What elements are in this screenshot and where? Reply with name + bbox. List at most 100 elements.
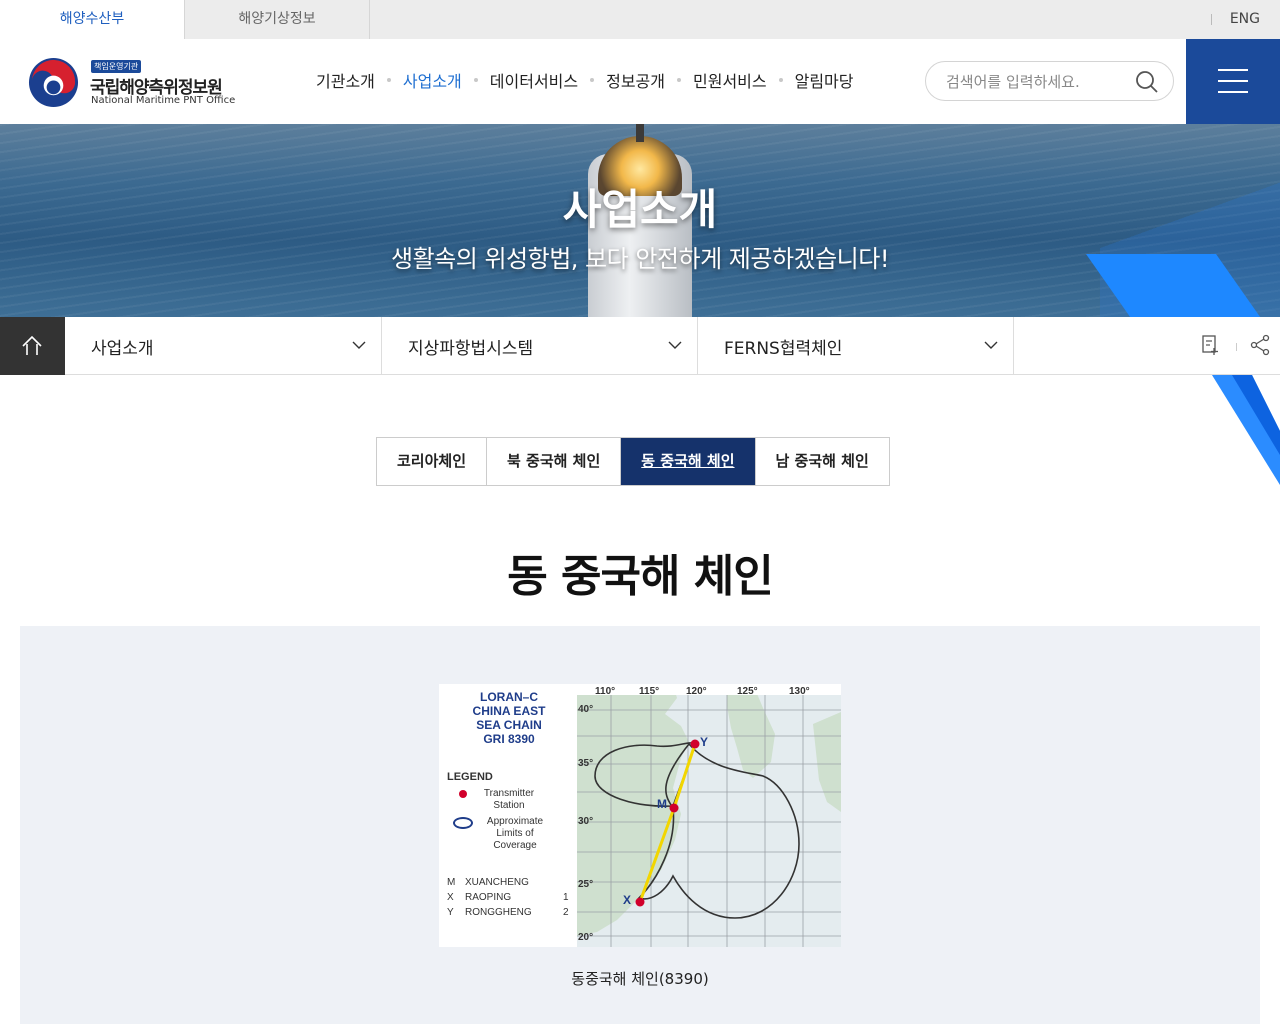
depth2-dropdown[interactable]: 지상파항법시스템 — [382, 317, 698, 375]
gnb-item-business[interactable]: 사업소개 — [403, 68, 462, 92]
site-logo[interactable]: 책임운영기관 국립해양측위정보원 National Maritime PNT O… — [28, 57, 268, 109]
figure-title-line: CHINA EAST — [472, 704, 546, 718]
all-menu-button[interactable] — [1186, 39, 1280, 124]
lat-label: 20° — [578, 932, 593, 943]
station-code: Y — [447, 907, 454, 918]
station-name: XUANCHENG — [465, 877, 529, 888]
utility-bar: 해양수산부 해양기상정보 ENG — [0, 0, 1280, 39]
logo-badge: 책임운영기관 — [91, 60, 142, 73]
legend-station-label: Transmitter Station — [479, 788, 539, 812]
lang-divider — [1211, 14, 1212, 25]
station-marker-m — [669, 803, 679, 813]
depth3-label: FERNS협력체인 — [724, 339, 843, 359]
chain-tabs: 코리아체인 북 중국해 체인 동 중국해 체인 남 중국해 체인 — [376, 437, 890, 486]
depth1-label: 사업소개 — [91, 339, 154, 359]
station-code: M — [447, 877, 456, 888]
search-box — [925, 61, 1174, 101]
banner-subtitle: 생활속의 위성항법, 보다 안전하게 제공하겠습니다! — [391, 245, 889, 273]
station-marker-y — [690, 739, 700, 749]
util-divider — [1236, 343, 1237, 351]
gnb-divider — [677, 78, 681, 82]
lon-label: 120° — [686, 686, 707, 697]
station-entry: X RAOPING — [447, 892, 511, 903]
chevron-down-icon — [352, 341, 366, 349]
lat-label: 25° — [578, 879, 593, 890]
lang-eng-link[interactable]: ENG — [1230, 0, 1260, 39]
lighthouse-spire — [636, 124, 644, 142]
gnb-item-info-disclosure[interactable]: 정보공개 — [606, 68, 665, 92]
tab-south-china-sea-chain[interactable]: 남 중국해 체인 — [756, 438, 889, 485]
coverage-map: Y M X 110° 115° 120° 125° 130° 40° 35° 3… — [577, 684, 841, 947]
print-icon[interactable] — [1199, 334, 1221, 356]
gnb-item-notice[interactable]: 알림마당 — [795, 68, 854, 92]
search-icon[interactable] — [1135, 70, 1159, 94]
legend-coverage-marker — [453, 817, 473, 829]
lat-label: 35° — [578, 758, 593, 769]
station-number: 2 — [563, 907, 569, 918]
site-header: 책임운영기관 국립해양측위정보원 National Maritime PNT O… — [0, 39, 1280, 124]
station-entry: M XUANCHENG — [447, 877, 529, 888]
lon-label: 110° — [595, 686, 615, 697]
depth2-label: 지상파항법시스템 — [408, 339, 534, 359]
legend-text: Limits of — [496, 828, 534, 839]
station-name: RAOPING — [465, 892, 512, 903]
station-label-y: Y — [700, 735, 708, 749]
lon-label: 115° — [639, 686, 659, 697]
gnb-item-data-service[interactable]: 데이터서비스 — [490, 68, 578, 92]
station-marker-x — [635, 897, 645, 907]
figure-title-line: LORAN–C — [479, 690, 538, 704]
hamburger-icon-line — [1218, 91, 1248, 93]
gnb-divider — [473, 78, 478, 82]
lat-label: 30° — [578, 816, 593, 827]
hamburger-icon — [1218, 69, 1248, 71]
chevron-down-icon — [668, 341, 682, 349]
lon-label: 130° — [789, 686, 810, 697]
global-nav: 기관소개 사업소개 데이터서비스 정보공개 민원서비스 알림마당 — [316, 69, 854, 91]
lon-label: 125° — [737, 686, 758, 697]
legend-text: Transmitter — [483, 788, 535, 799]
lat-label: 40° — [578, 704, 593, 715]
home-icon — [22, 335, 42, 355]
sub-visual-banner: 사업소개 생활속의 위성항법, 보다 안전하게 제공하겠습니다! — [0, 124, 1280, 317]
home-button[interactable] — [0, 317, 65, 375]
legend-heading: LEGEND — [447, 771, 493, 783]
chain-coverage-figure: LORAN–C CHINA EAST SEA CHAIN GRI 8390 LE… — [439, 684, 841, 947]
gnb-divider — [386, 78, 391, 82]
figure-caption: 동중국해 체인(8390) — [571, 970, 709, 988]
site-tab-mof[interactable]: 해양수산부 — [0, 0, 185, 39]
logo-name-eng: National Maritime PNT Office — [91, 95, 236, 106]
tab-east-china-sea-chain[interactable]: 동 중국해 체인 — [621, 438, 756, 485]
gnb-divider — [590, 78, 595, 82]
station-entry: Y RONGGHENG — [447, 907, 532, 918]
page-title: 동 중국해 체인 — [507, 551, 774, 602]
legend-text: Coverage — [493, 840, 537, 851]
figure-title: LORAN–C CHINA EAST SEA CHAIN GRI 8390 — [459, 690, 559, 746]
station-label-m: M — [657, 797, 667, 811]
chevron-down-icon — [984, 341, 998, 349]
figure-title-line: GRI 8390 — [483, 732, 535, 746]
content-panel: LORAN–C CHINA EAST SEA CHAIN GRI 8390 LE… — [20, 626, 1260, 1024]
figure-title-line: SEA CHAIN — [476, 718, 542, 732]
gnb-item-civil-service[interactable]: 민원서비스 — [693, 68, 767, 92]
gnb-item-about[interactable]: 기관소개 — [316, 68, 375, 92]
decor-stripe — [1212, 375, 1280, 485]
share-icon[interactable] — [1249, 334, 1271, 356]
station-code: X — [447, 892, 454, 903]
depth3-dropdown[interactable]: FERNS협력체인 — [698, 317, 1014, 375]
legend-coverage-label: Approximate Limits of Coverage — [479, 816, 551, 852]
station-label-x: X — [623, 893, 631, 907]
station-name: RONGGHENG — [465, 907, 532, 918]
location-bar: 사업소개 지상파항법시스템 FERNS협력체인 — [0, 317, 1280, 375]
depth1-dropdown[interactable]: 사업소개 — [65, 317, 382, 375]
gnb-divider — [778, 78, 783, 82]
legend-station-marker — [459, 790, 467, 798]
tab-korea-chain[interactable]: 코리아체인 — [377, 438, 488, 485]
taegeuk-emblem-icon — [28, 57, 79, 108]
legend-text: Station — [493, 800, 525, 811]
search-input[interactable] — [946, 71, 1126, 93]
hamburger-icon-line — [1218, 80, 1248, 82]
site-tab-weather[interactable]: 해양기상정보 — [185, 0, 370, 39]
tab-north-china-sea-chain[interactable]: 북 중국해 체인 — [487, 438, 622, 485]
banner-title: 사업소개 — [562, 185, 718, 234]
station-number: 1 — [563, 892, 569, 903]
